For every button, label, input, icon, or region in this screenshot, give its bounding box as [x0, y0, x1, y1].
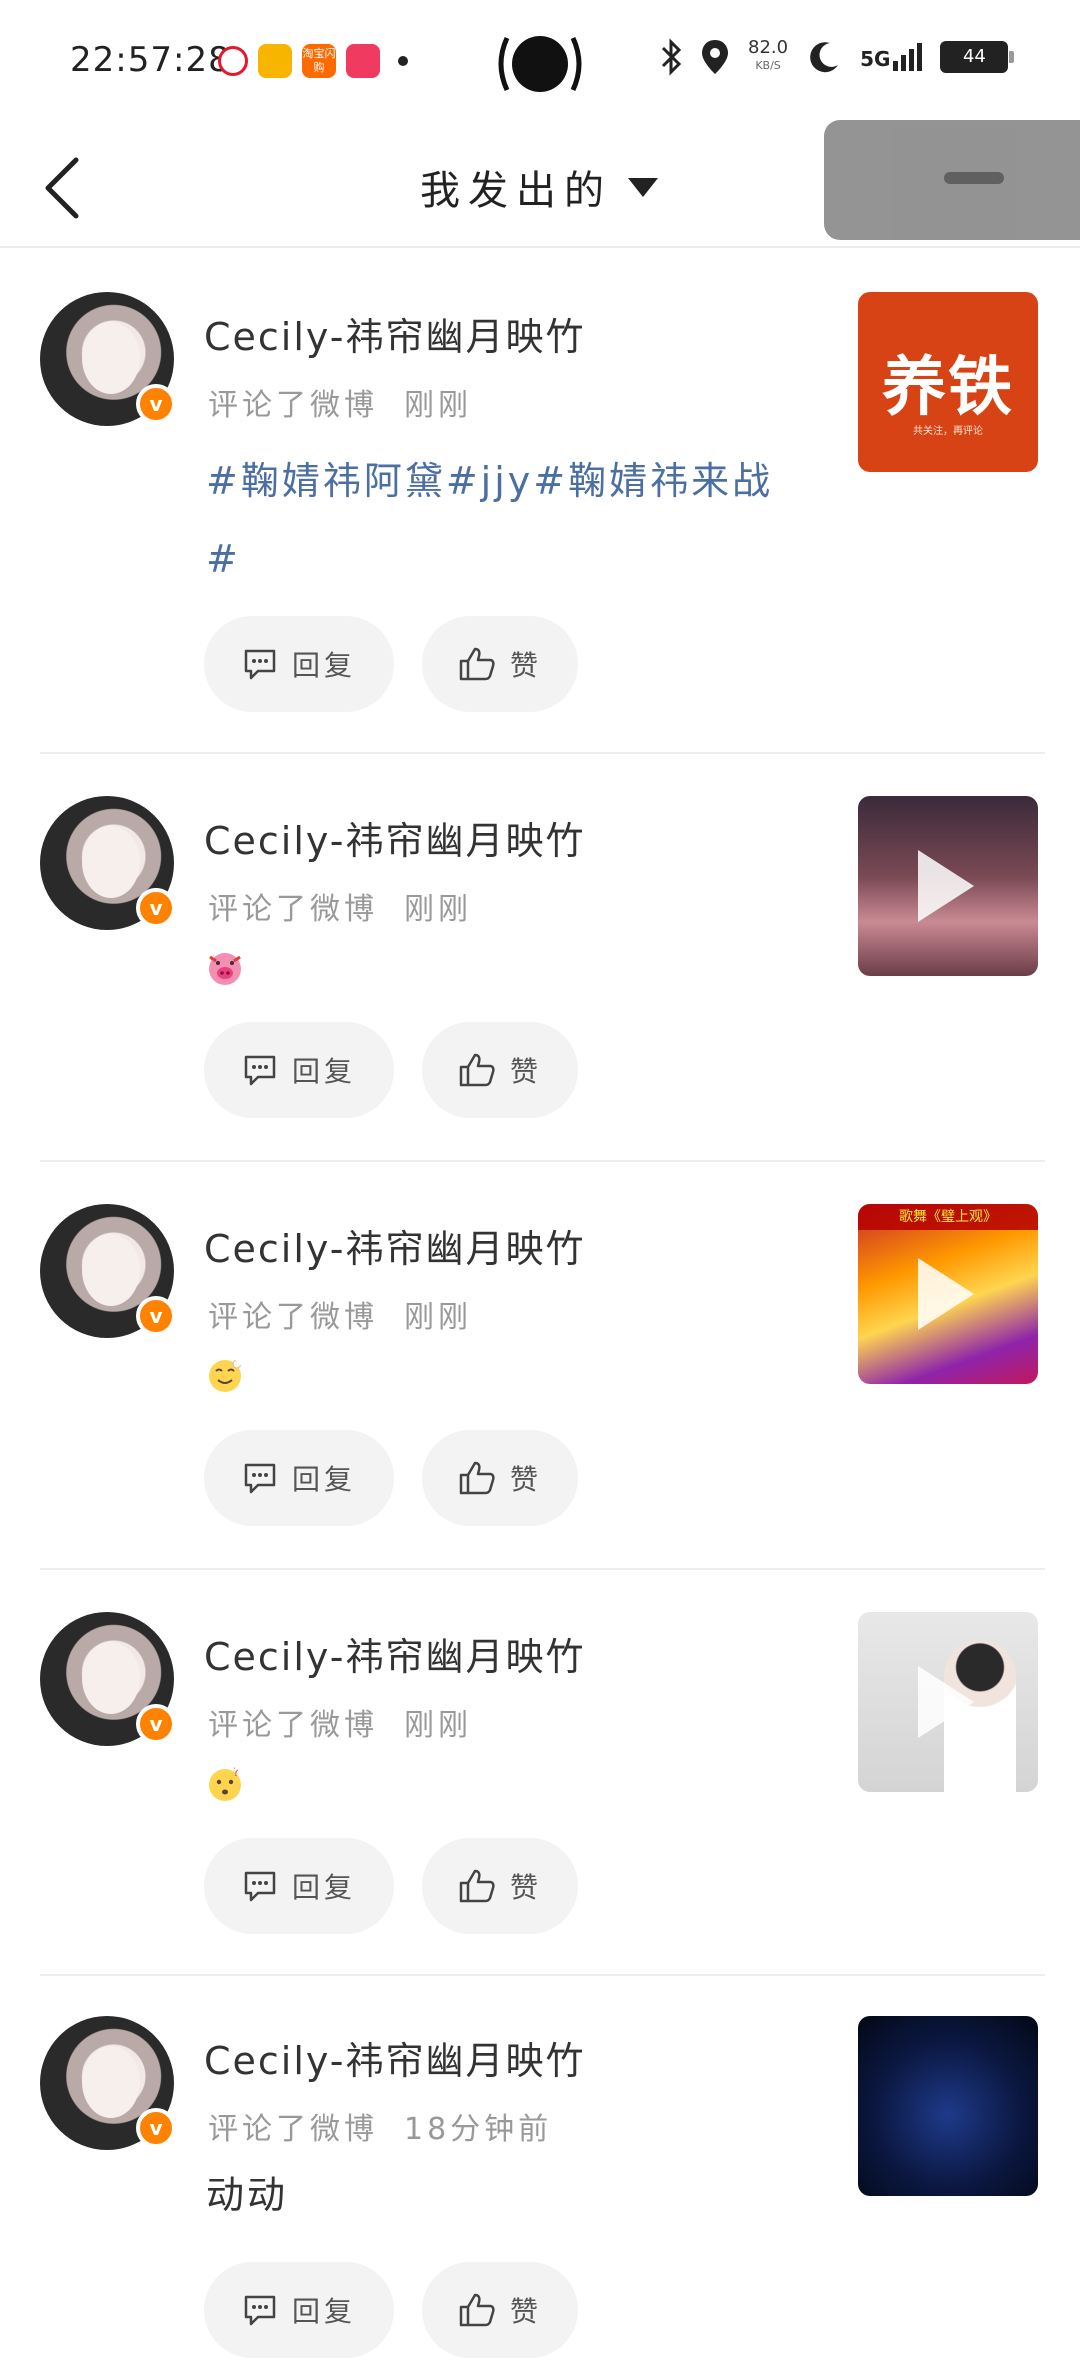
comment-item: v Cecily-祎帘幽月映竹 评论了微博 18分钟前 动动 回复 赞	[0, 1976, 1080, 2375]
weibo-thumbnail[interactable]	[858, 2016, 1038, 2196]
video-thumbnail[interactable]: 歌舞《璧上观》	[858, 1204, 1038, 1384]
pig-face-emoji-icon	[209, 953, 241, 985]
like-button[interactable]: 赞	[422, 1022, 578, 1118]
username[interactable]: Cecily-祎帘幽月映竹	[204, 1218, 585, 1273]
comment-icon	[244, 649, 276, 680]
page-title: 我发出的	[420, 168, 612, 214]
weibo-icon	[218, 46, 248, 76]
reply-button[interactable]: 回复	[204, 1022, 394, 1118]
comment-icon	[244, 1463, 276, 1494]
svg-text:?: ?	[233, 1765, 239, 1779]
verified-badge-icon: v	[136, 1296, 176, 1336]
video-thumbnail[interactable]	[858, 1612, 1038, 1792]
back-arrow-icon[interactable]	[36, 152, 106, 222]
like-button[interactable]: 赞	[422, 1838, 578, 1934]
verified-badge-icon: v	[136, 2108, 176, 2148]
blurred-overlay	[824, 120, 1080, 240]
status-time: 22:57:28	[70, 40, 231, 80]
thumbs-up-icon	[459, 647, 495, 681]
comment-icon	[244, 1055, 276, 1086]
avatar[interactable]: v	[40, 796, 176, 930]
more-notifications-dot	[398, 56, 408, 66]
comment-meta: 评论了微博 刚刚	[208, 1300, 472, 1335]
battery-icon: 44	[940, 41, 1015, 73]
app-notification-icon	[346, 44, 380, 78]
reply-button[interactable]: 回复	[204, 2262, 394, 2358]
verified-badge-icon: v	[136, 384, 176, 424]
reply-button[interactable]: 回复	[204, 1430, 394, 1526]
reply-button[interactable]: 回复	[204, 616, 394, 712]
system-status: 82.0 KB/S 5G 44	[660, 37, 1015, 76]
username[interactable]: Cecily-祎帘幽月映竹	[204, 810, 585, 865]
notification-icons: 淘宝闪购	[218, 44, 408, 78]
comment-icon	[244, 2295, 276, 2326]
comment-meta: 评论了微博 18分钟前	[208, 2112, 553, 2147]
comment-icon	[244, 1871, 276, 1902]
comment-meta: 评论了微博 刚刚	[208, 1708, 472, 1743]
comment-content[interactable]: #鞠婧祎阿黛#jjy#鞠婧祎来战#	[206, 442, 806, 598]
verified-badge-icon: v	[136, 888, 176, 928]
thinking-emoji-icon: ?	[209, 1765, 241, 1801]
comment-filter-dropdown[interactable]: 我发出的	[420, 158, 658, 216]
video-thumbnail[interactable]	[858, 796, 1038, 976]
avatar[interactable]: v	[40, 1612, 176, 1746]
username[interactable]: Cecily-祎帘幽月映竹	[204, 1626, 585, 1681]
comment-item: v Cecily-祎帘幽月映竹 评论了微博 刚刚 回复 赞 歌舞《璧上观》	[0, 1162, 1080, 1568]
do-not-disturb-moon-icon	[810, 42, 839, 73]
smile-emoji-icon	[209, 1359, 242, 1392]
chevron-down-icon	[628, 177, 658, 197]
avatar[interactable]: v	[40, 1204, 176, 1338]
comment-meta: 评论了微博 刚刚	[208, 388, 472, 423]
comment-content[interactable]: 动动	[206, 2156, 806, 2234]
username[interactable]: Cecily-祎帘幽月映竹	[204, 2030, 585, 2085]
verified-badge-icon: v	[136, 1704, 176, 1744]
like-button[interactable]: 赞	[422, 616, 578, 712]
comment-meta: 评论了微博 刚刚	[208, 892, 472, 927]
avatar[interactable]: v	[40, 292, 176, 426]
network-speed: 82.0 KB/S	[748, 37, 789, 73]
front-camera-icon	[498, 36, 582, 92]
thumbs-up-icon	[459, 2293, 495, 2327]
comment-item: v Cecily-祎帘幽月映竹 评论了微博 刚刚 #鞠婧祎阿黛#jjy#鞠婧祎来战…	[0, 248, 1080, 755]
bluetooth-icon	[661, 38, 682, 76]
thumbs-up-icon	[459, 1053, 495, 1087]
taobao-icon: 淘宝闪购	[302, 44, 336, 78]
weibo-thumbnail[interactable]: 养铁 共关注，再评论	[858, 292, 1038, 472]
thumbs-up-icon	[459, 1461, 495, 1495]
status-bar: 22:57:28 淘宝闪购 82.0 KB/S 5G 44	[0, 0, 1080, 130]
like-button[interactable]: 赞	[422, 1430, 578, 1526]
comment-item: v Cecily-祎帘幽月映竹 评论了微博 刚刚 ? 回复 赞	[0, 1570, 1080, 1976]
top-navigation: 我发出的	[0, 120, 1080, 248]
like-button[interactable]: 赞	[422, 2262, 578, 2358]
weibo-app-icon	[258, 44, 292, 78]
username[interactable]: Cecily-祎帘幽月映竹	[204, 306, 585, 361]
reply-button[interactable]: 回复	[204, 1838, 394, 1934]
thumbs-up-icon	[459, 1869, 495, 1903]
play-icon	[918, 850, 974, 922]
signal-icon: 5G	[860, 43, 923, 71]
play-icon	[918, 1258, 974, 1330]
play-icon	[918, 1666, 974, 1738]
avatar[interactable]: v	[40, 2016, 176, 2150]
comment-item: v Cecily-祎帘幽月映竹 评论了微博 刚刚 回复 赞	[0, 754, 1080, 1160]
location-icon	[702, 40, 728, 74]
